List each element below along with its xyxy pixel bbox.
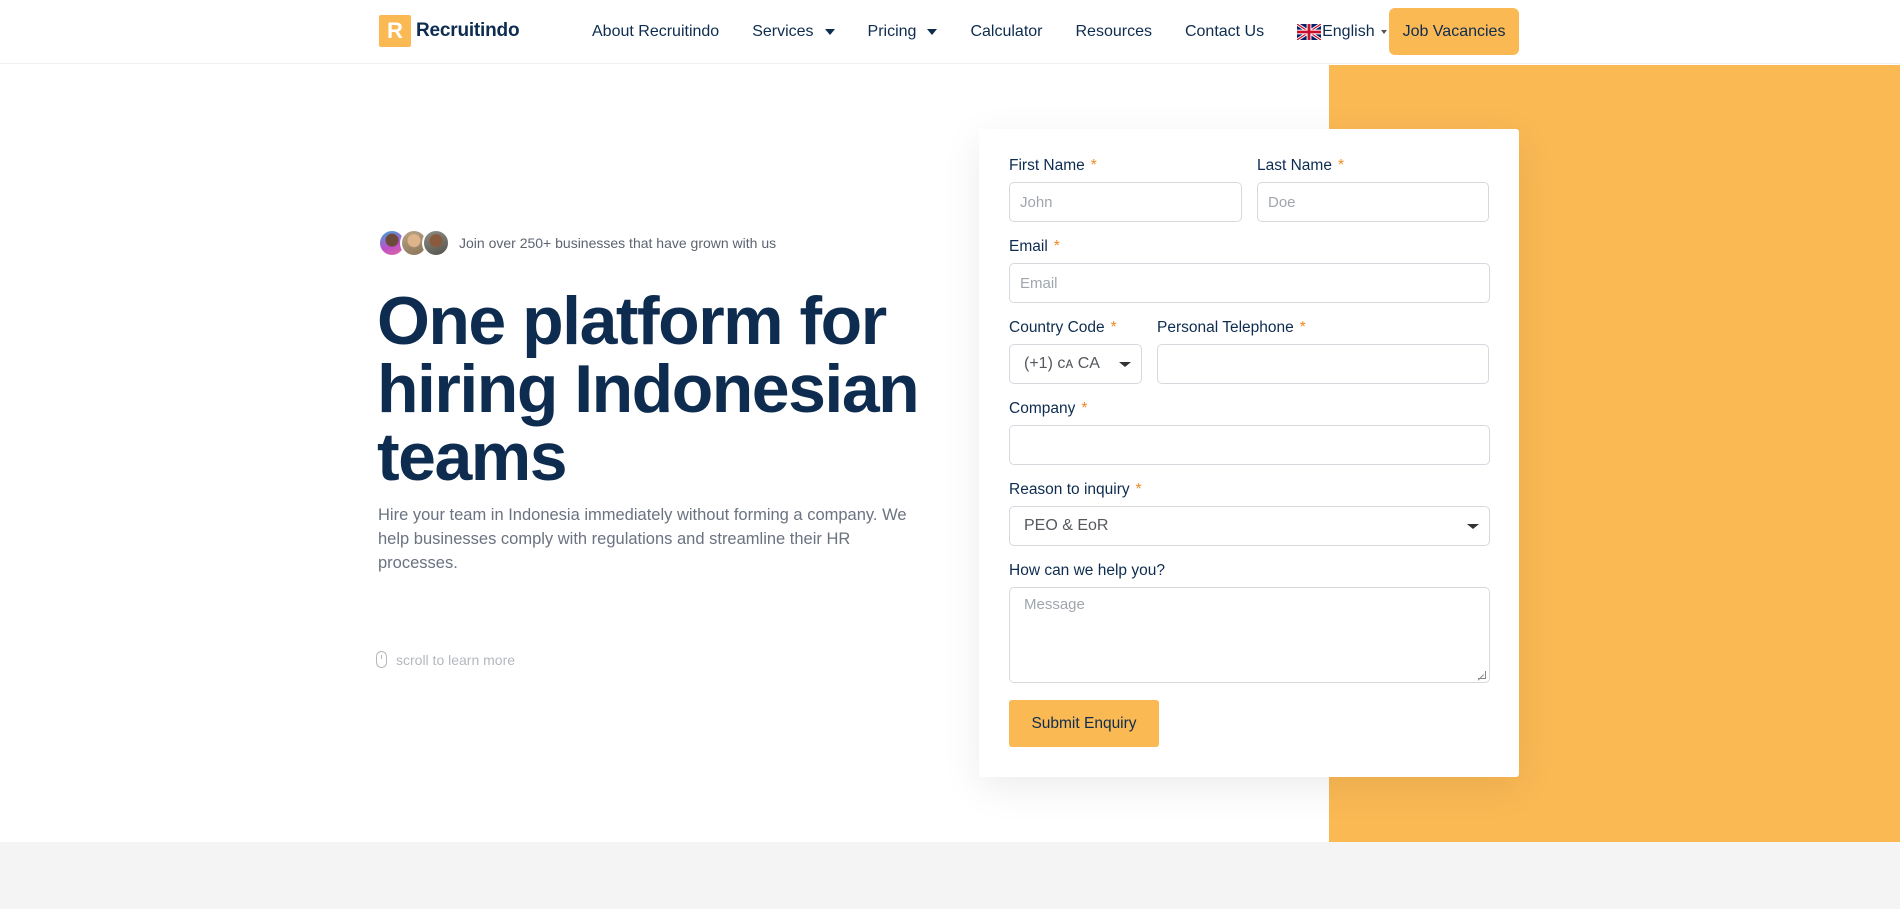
- telephone-field: Personal Telephone *: [1157, 319, 1306, 339]
- country-code-value: (+1) ᴄᴀ CA: [1024, 355, 1100, 372]
- email-label: Email *: [1009, 238, 1060, 258]
- avatar-group: [378, 229, 450, 257]
- required-marker: *: [1081, 400, 1088, 417]
- submit-enquiry-button[interactable]: Submit Enquiry: [1009, 700, 1159, 747]
- nav-item-resources[interactable]: Resources: [1075, 23, 1151, 41]
- chevron-down-icon: [927, 29, 938, 35]
- language-label: English: [1322, 23, 1375, 40]
- country-code-select[interactable]: (+1) ᴄᴀ CA: [1009, 344, 1142, 384]
- nav-label: Calculator: [970, 23, 1043, 40]
- company-input[interactable]: [1009, 425, 1490, 465]
- scroll-hint[interactable]: scroll to learn more: [376, 651, 515, 668]
- last-name-input[interactable]: Doe: [1257, 182, 1489, 222]
- nav-label: Pricing: [867, 23, 917, 40]
- nav-label: Resources: [1075, 23, 1152, 40]
- label-text: Reason to inquiry: [1009, 481, 1130, 498]
- nav-label: About Recruitindo: [592, 23, 720, 40]
- site-header: R Recruitindo About Recruitindo Services…: [0, 0, 1900, 64]
- label-text: Personal Telephone: [1157, 319, 1294, 336]
- message-placeholder: Message: [1024, 596, 1085, 613]
- reason-field: Reason to inquiry *: [1009, 481, 1142, 501]
- company-label: Company *: [1009, 400, 1087, 420]
- required-marker: *: [1090, 157, 1097, 174]
- label-text: Email: [1009, 238, 1048, 255]
- nav-label: Services: [752, 23, 814, 40]
- language-selector[interactable]: English: [1297, 23, 1387, 41]
- nav-item-about[interactable]: About Recruitindo: [592, 23, 719, 41]
- mouse-icon: [376, 651, 387, 668]
- message-textarea[interactable]: Message: [1009, 587, 1490, 683]
- nav-item-pricing[interactable]: Pricing: [868, 23, 938, 41]
- first-name-field: First Name *: [1009, 157, 1097, 177]
- enquiry-form: First Name * John Last Name * Doe Email * E…: [979, 129, 1519, 777]
- label-text: Last Name: [1257, 157, 1332, 174]
- reason-select[interactable]: PEO & EoR: [1009, 506, 1490, 546]
- nav-label: Contact Us: [1184, 23, 1265, 40]
- required-marker: *: [1299, 319, 1306, 336]
- required-marker: *: [1135, 481, 1142, 498]
- country-code-field: Country Code *: [1009, 319, 1117, 339]
- brand-logo[interactable]: R Recruitindo: [379, 15, 520, 47]
- reason-value: PEO & EoR: [1024, 517, 1109, 534]
- brand-name: Recruitindo: [416, 20, 520, 41]
- nav-item-contact[interactable]: Contact Us: [1185, 23, 1264, 41]
- last-name-label: Last Name *: [1257, 157, 1344, 177]
- message-label: How can we help you?: [1009, 562, 1165, 579]
- nav-item-services[interactable]: Services: [752, 23, 835, 41]
- required-marker: *: [1110, 319, 1117, 336]
- telephone-label: Personal Telephone *: [1157, 319, 1306, 339]
- nav-item-calculator[interactable]: Calculator: [970, 23, 1042, 41]
- required-marker: *: [1337, 157, 1344, 174]
- label-text: First Name: [1009, 157, 1085, 174]
- first-name-input[interactable]: John: [1009, 182, 1242, 222]
- avatar: [422, 229, 450, 257]
- resize-grip-icon[interactable]: [1478, 671, 1486, 679]
- next-section-band: [0, 842, 1900, 909]
- job-vacancies-button[interactable]: Job Vacancies: [1389, 8, 1519, 55]
- logo-mark-icon: R: [379, 15, 411, 47]
- label-text: Country Code: [1009, 319, 1105, 336]
- hero-subtext: Hire your team in Indonesia immediately …: [378, 506, 907, 572]
- social-proof-text: Join over 250+ businesses that have grow…: [459, 235, 777, 251]
- email-input[interactable]: Email: [1009, 263, 1490, 303]
- reason-label: Reason to inquiry *: [1009, 481, 1142, 501]
- required-marker: *: [1053, 238, 1060, 255]
- label-text: Company: [1009, 400, 1076, 417]
- hero-headline: One platform for hiring Indonesian teams: [377, 283, 920, 495]
- first-name-label: First Name *: [1009, 157, 1097, 177]
- email-field: Email *: [1009, 238, 1060, 258]
- main-nav: About Recruitindo Services Pricing Calcu…: [592, 0, 1387, 64]
- scroll-hint-text: scroll to learn more: [396, 651, 516, 668]
- chevron-down-icon: [1119, 362, 1131, 367]
- chevron-down-icon: [1380, 30, 1387, 34]
- social-proof: Join over 250+ businesses that have grow…: [378, 229, 776, 257]
- uk-flag-icon: [1297, 24, 1322, 40]
- telephone-input[interactable]: [1157, 344, 1489, 384]
- chevron-down-icon: [824, 29, 835, 35]
- chevron-down-icon: [1467, 524, 1479, 529]
- last-name-field: Last Name *: [1257, 157, 1344, 177]
- country-code-label: Country Code *: [1009, 319, 1117, 339]
- company-field: Company *: [1009, 400, 1087, 420]
- message-field: How can we help you?: [1009, 562, 1165, 582]
